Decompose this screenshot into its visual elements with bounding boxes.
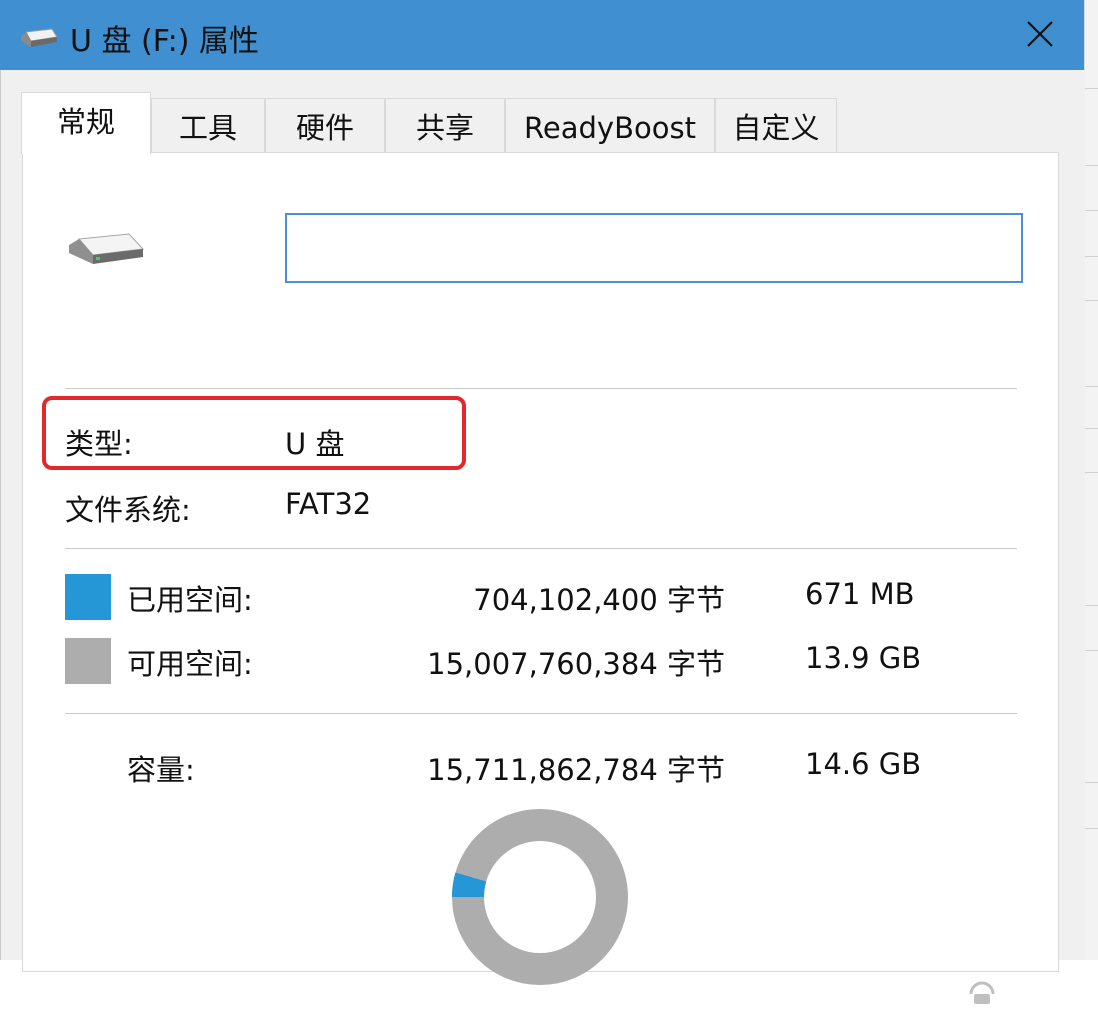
tab-sharing[interactable]: 共享 [385, 98, 505, 154]
window-title: U 盘 (F:) 属性 [70, 24, 260, 59]
capacity-bytes: 15,711,862,784 字节 [427, 753, 725, 787]
free-space-size: 13.9 GB [805, 641, 922, 675]
drive-icon [21, 28, 58, 47]
capacity-size: 14.6 GB [805, 747, 922, 781]
highlight-annotation [42, 396, 466, 470]
filesystem-label: 文件系统: [65, 493, 191, 527]
title-bar: U 盘 (F:) 属性 [0, 0, 1084, 70]
capacity-label: 容量: [127, 753, 195, 787]
free-space-bytes: 15,007,760,384 字节 [427, 647, 725, 681]
separator [65, 713, 1017, 714]
tab-hardware[interactable]: 硬件 [265, 98, 385, 154]
separator [65, 548, 1017, 549]
usage-donut-chart [452, 809, 628, 985]
free-space-label: 可用空间: [127, 647, 253, 681]
used-space-swatch [65, 574, 111, 620]
general-panel: 类型: U 盘 文件系统: FAT32 已用空间: 704,102,400 字节… [22, 152, 1059, 985]
used-space-label: 已用空间: [127, 583, 253, 617]
background-window-edge [1084, 0, 1098, 960]
close-button[interactable] [1010, 8, 1070, 60]
used-space-bytes: 704,102,400 字节 [473, 583, 725, 617]
tab-general[interactable]: 常规 [21, 92, 151, 154]
used-space-size: 671 MB [805, 577, 915, 611]
volume-label-input[interactable] [285, 213, 1023, 283]
watermark-text: 路由器 [1013, 973, 1079, 998]
free-space-ring [452, 809, 628, 985]
filesystem-value: FAT32 [285, 487, 372, 521]
tab-readyboost[interactable]: ReadyBoost [505, 98, 715, 154]
close-icon [1027, 21, 1053, 47]
watermark-subtext: luyouqi.com [1013, 1000, 1080, 1013]
properties-dialog: 常规 工具 硬件 共享 ReadyBoost 自定义 类型: U 盘 文件系统:… [0, 70, 1085, 1014]
tab-tools[interactable]: 工具 [151, 98, 265, 154]
tab-customize[interactable]: 自定义 [715, 98, 837, 154]
separator [65, 388, 1017, 389]
free-space-swatch [65, 638, 111, 684]
usb-drive-icon [69, 233, 145, 264]
